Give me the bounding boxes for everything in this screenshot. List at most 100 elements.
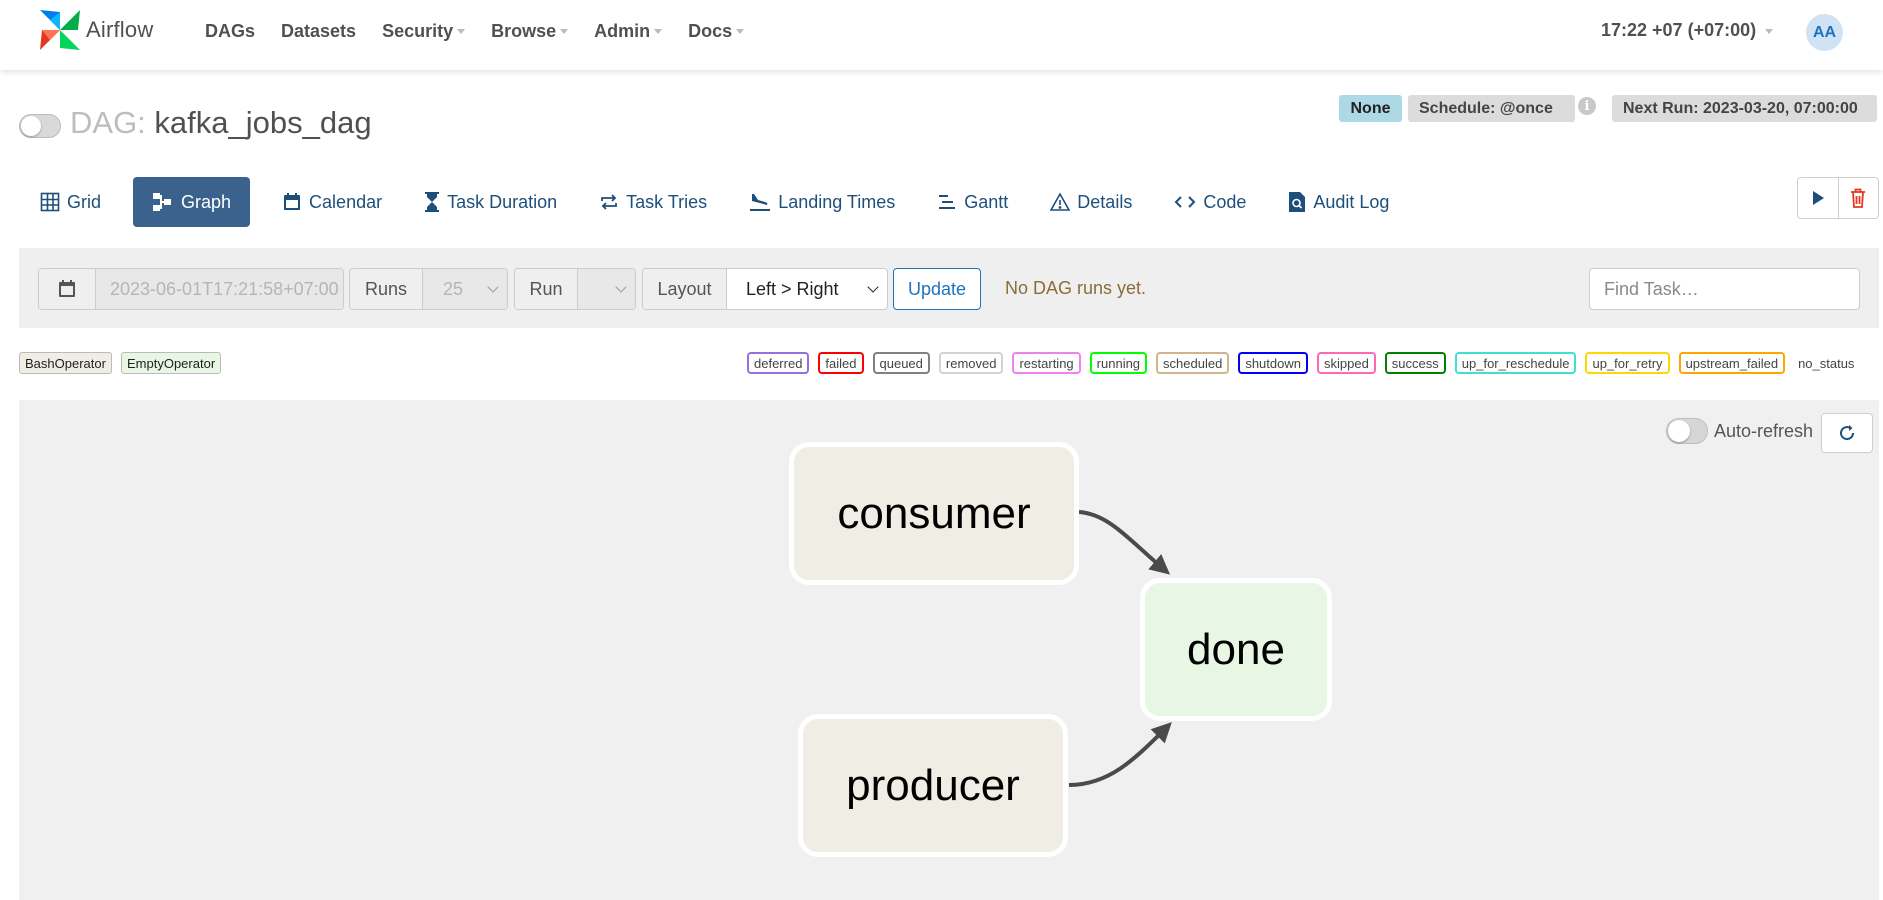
nav-dags[interactable]: DAGs (192, 21, 268, 42)
datepicker-button[interactable] (39, 269, 95, 309)
trigger-dag-button[interactable] (1798, 178, 1838, 218)
refresh-button[interactable] (1821, 413, 1873, 453)
state-legend-item[interactable]: removed (938, 352, 1004, 374)
tab-calendar-label: Calendar (309, 191, 383, 212)
state-legend-item[interactable]: skipped (1316, 352, 1376, 374)
tab-task-duration[interactable]: Task Duration (414, 177, 567, 227)
tab-graph[interactable]: Graph (133, 177, 251, 227)
state-legend-item[interactable]: no_status (1794, 352, 1855, 374)
code-icon (1174, 196, 1196, 208)
runs-value: 25 (443, 278, 464, 299)
chevron-down-icon (487, 281, 499, 293)
task-node-producer[interactable]: producer (798, 714, 1068, 857)
tab-gantt[interactable]: Gantt (927, 177, 1018, 227)
next-run-badge: Next Run: 2023-03-20, 07:00:00 (1612, 95, 1877, 122)
grid-icon (40, 192, 60, 212)
nav-datasets[interactable]: Datasets (268, 21, 369, 42)
caret-down-icon (736, 29, 745, 35)
no-runs-message: No DAG runs yet. (1005, 278, 1147, 298)
tab-details-label: Details (1077, 191, 1133, 212)
base-date-input[interactable]: 2023-06-01T17:21:58+07:00 (95, 269, 343, 309)
dag-run-type-badge: None (1339, 95, 1402, 122)
layout-select[interactable]: Left > Right (726, 269, 887, 309)
layout-label: Layout (643, 269, 726, 309)
auto-refresh-control[interactable]: Auto-refresh (1666, 418, 1813, 444)
nav-datasets-label: Datasets (281, 20, 357, 41)
brand-name: Airflow (86, 17, 154, 42)
tab-landing-times[interactable]: Landing Times (739, 177, 905, 227)
tab-audit-log[interactable]: Audit Log (1278, 177, 1399, 227)
trash-icon (1851, 188, 1866, 208)
tab-code[interactable]: Code (1164, 177, 1256, 227)
plane-landing-icon (750, 194, 771, 211)
warning-triangle-icon (1050, 192, 1071, 211)
toggle-knob (21, 116, 41, 136)
dag-actions (1797, 177, 1879, 219)
dag-title: DAG: kafka_jobs_dag (70, 105, 372, 141)
caret-down-icon (654, 29, 663, 35)
run-group: Run (514, 268, 636, 310)
dag-name[interactable]: kafka_jobs_dag (154, 105, 371, 140)
tab-grid-label: Grid (67, 191, 102, 212)
tab-task-tries-label: Task Tries (626, 191, 708, 212)
brand-home-link[interactable]: Airflow (36, 6, 153, 54)
tab-landing-times-label: Landing Times (778, 191, 896, 212)
repeat-icon (601, 194, 618, 210)
state-legend-item[interactable]: success (1384, 352, 1446, 374)
nav-admin[interactable]: Admin (581, 21, 675, 42)
toggle-knob (1668, 420, 1690, 442)
user-avatar[interactable]: AA (1806, 14, 1843, 51)
state-legend-item[interactable]: failed (818, 352, 864, 374)
runs-select[interactable]: 25 (422, 269, 507, 309)
state-legend: deferred failed queued removed restartin… (747, 352, 1855, 374)
update-button[interactable]: Update (893, 268, 981, 310)
operator-legend-empty: EmptyOperator (121, 352, 222, 374)
caret-down-icon (457, 29, 466, 35)
nav-dags-label: DAGs (205, 20, 256, 41)
state-legend-item[interactable]: up_for_retry (1585, 352, 1670, 374)
auto-refresh-toggle[interactable] (1666, 418, 1708, 444)
info-icon[interactable]: i (1578, 97, 1596, 115)
nav-browse[interactable]: Browse (478, 21, 581, 42)
tab-audit-log-label: Audit Log (1313, 191, 1390, 212)
tab-task-tries[interactable]: Task Tries (589, 177, 717, 227)
state-legend-item[interactable]: scheduled (1156, 352, 1230, 374)
edge-consumer-done (1078, 510, 1171, 575)
find-task-input[interactable] (1589, 268, 1860, 310)
state-legend-item[interactable]: upstream_failed (1678, 352, 1786, 374)
task-node-consumer[interactable]: consumer (789, 442, 1079, 585)
dag-pause-toggle[interactable] (19, 114, 61, 138)
state-legend-item[interactable]: deferred (747, 352, 810, 374)
tab-task-duration-label: Task Duration (447, 191, 558, 212)
state-legend-item[interactable]: shutdown (1238, 352, 1308, 374)
timezone-dropdown[interactable]: 17:22 +07 (+07:00) (1601, 20, 1774, 41)
nav-docs[interactable]: Docs (675, 21, 757, 42)
delete-dag-button[interactable] (1837, 178, 1879, 218)
file-search-icon (1289, 192, 1306, 212)
chevron-down-icon (867, 281, 879, 293)
top-navbar: Airflow DAGs Datasets Security Browse Ad… (0, 0, 1883, 70)
tab-details[interactable]: Details (1040, 177, 1142, 227)
tab-code-label: Code (1203, 191, 1247, 212)
nav-browse-label: Browse (491, 20, 557, 41)
calendar-icon (284, 193, 301, 210)
task-node-done[interactable]: done (1140, 578, 1332, 721)
play-icon (1812, 191, 1824, 205)
state-legend-item[interactable]: up_for_reschedule (1454, 352, 1577, 374)
operator-legend-bash: BashOperator (19, 352, 112, 374)
nav-security-label: Security (382, 20, 454, 41)
nav-security[interactable]: Security (369, 21, 478, 42)
runs-label: Runs (350, 269, 422, 309)
state-legend-item[interactable]: queued (872, 352, 930, 374)
tab-grid[interactable]: Grid (30, 177, 111, 227)
graph-filter-bar: 2023-06-01T17:21:58+07:00 Runs 25 Run La… (19, 248, 1879, 328)
state-legend-item[interactable]: running (1089, 352, 1148, 374)
schedule-badge: Schedule: @once (1408, 95, 1575, 122)
runs-group: Runs 25 (349, 268, 508, 310)
base-date-group: 2023-06-01T17:21:58+07:00 (38, 268, 344, 310)
dag-graph-canvas[interactable]: consumer producer done (19, 400, 1879, 900)
state-legend-item[interactable]: restarting (1012, 352, 1081, 374)
tab-calendar[interactable]: Calendar (272, 177, 392, 227)
run-select[interactable] (577, 269, 635, 309)
edge-producer-done (1068, 722, 1172, 787)
